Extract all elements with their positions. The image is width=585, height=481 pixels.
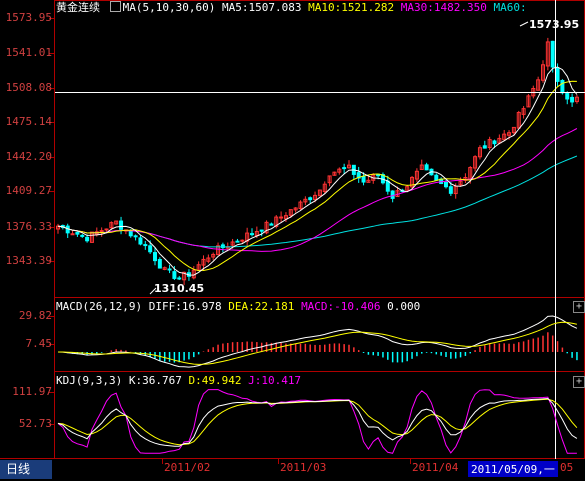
ma-label: MA(5,10,30,60) (122, 1, 216, 14)
candle-body (390, 190, 395, 199)
macd-expand-button[interactable]: + (573, 301, 585, 313)
candle-body (565, 93, 570, 100)
candle-body (555, 67, 560, 82)
candle-body (550, 40, 555, 68)
macd-value: MACD:-10.406 (301, 300, 381, 313)
price-axis-label: 1376.33 (5, 220, 52, 233)
period-tab-daily[interactable]: 日线 (0, 460, 52, 479)
candle-body (235, 240, 240, 243)
candle-body (85, 236, 90, 242)
candle-body (560, 79, 565, 94)
candle-body (259, 229, 264, 232)
date-label: 05 (560, 461, 574, 474)
candle-body (177, 277, 182, 280)
candle-body (157, 259, 162, 269)
candle-body (361, 176, 366, 183)
date-label: 2011/03 (280, 461, 327, 474)
ma30-value: MA30:1482.350 (400, 1, 487, 14)
ma60-value: MA60: (493, 1, 527, 14)
candle-body (148, 245, 153, 253)
macd-dea-line (58, 321, 578, 365)
candle-body (424, 164, 429, 171)
date-label: 2011/02 (164, 461, 211, 474)
price-axis-label: 1442.20 (5, 150, 52, 163)
candle-body (342, 167, 347, 170)
macd-label: MACD(26,12,9) (56, 300, 143, 313)
candle-body (133, 235, 138, 238)
high-callout: 1573.95 (529, 18, 580, 31)
date-label: 2011/04 (412, 461, 459, 474)
candle-body (128, 230, 133, 237)
macd-axis-label: 7.45 (25, 337, 53, 350)
price-axis-label: 1508.08 (5, 81, 52, 94)
kdj-d: D:49.942 (188, 374, 242, 387)
candle-body (167, 268, 172, 271)
price-axis-label: 1409.27 (5, 184, 52, 197)
candle-body (143, 244, 148, 247)
kdj-expand-button[interactable]: + (573, 376, 585, 388)
chart-canvas[interactable] (0, 0, 585, 481)
candle-body (434, 174, 439, 181)
kdj-header: KDJ(9,3,3) K:36.767 D:49.942 J:10.417 (56, 374, 301, 388)
main-header: 黄金连续 MA(5,10,30,60) MA5:1507.083 MA10:15… (56, 1, 527, 15)
high-marker (519, 21, 529, 27)
candle-body (492, 140, 497, 145)
macd-zero: 0.000 (387, 300, 421, 313)
kdj-label: KDJ(9,3,3) (56, 374, 123, 387)
candle-body (80, 234, 85, 237)
candle-body (250, 233, 254, 236)
candle-body (119, 220, 124, 230)
price-axis-label: 1573.95 (5, 11, 52, 24)
candle-body (448, 186, 453, 194)
kdj-j: J:10.417 (248, 374, 302, 387)
candle-body (279, 216, 284, 219)
candle-body (75, 232, 80, 235)
candle-body (308, 197, 313, 201)
macd-diff: DIFF:16.978 (148, 300, 222, 313)
candle-body (269, 223, 274, 226)
candle-body (482, 145, 487, 149)
price-axis-label: 1475.14 (5, 115, 52, 128)
ma-icon (109, 1, 121, 12)
cursor-date: 2011/05/09,一 (468, 461, 558, 477)
price-axis-label: 1541.01 (5, 46, 52, 59)
macd-dea: DEA:22.181 (228, 300, 295, 313)
kdj-k: K:36.767 (128, 374, 182, 387)
instrument-name: 黄金连续 (56, 1, 100, 14)
candle-body (570, 96, 575, 103)
ma5-value: MA5:1507.083 (221, 1, 302, 14)
candle-body (444, 181, 448, 188)
candle-body (172, 271, 177, 279)
kdj-axis-label: 52.73 (18, 417, 52, 430)
candle-body (240, 239, 245, 242)
candle-body (138, 237, 143, 245)
kdj-d-line (57, 398, 578, 446)
candle-body (104, 228, 109, 231)
candle-body (70, 233, 75, 236)
ma5-line (57, 66, 578, 276)
kdj-j-line (57, 389, 577, 454)
candle-body (385, 180, 390, 192)
ma10-line (57, 80, 577, 272)
kdj-axis-label: 111.97 (12, 385, 52, 398)
ma30-line (57, 128, 578, 252)
macd-header: MACD(26,12,9) DIFF:16.978 DEA:22.181 MAC… (56, 300, 420, 314)
ma60-line (57, 155, 578, 248)
candle-body (153, 252, 157, 262)
price-axis-label: 1343.39 (5, 254, 52, 267)
macd-axis-label: 29.82 (18, 309, 52, 322)
low-callout: 1310.45 (154, 282, 205, 295)
ma10-value: MA10:1521.282 (308, 1, 395, 14)
